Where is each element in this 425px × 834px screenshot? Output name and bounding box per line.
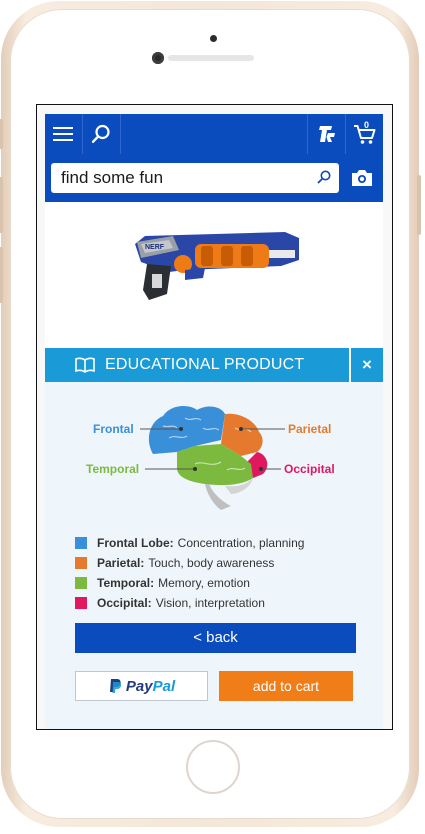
home-button[interactable]: [186, 740, 240, 794]
add-to-cart-button[interactable]: add to cart: [219, 671, 353, 701]
search-input[interactable]: find some fun: [51, 163, 339, 193]
legend-desc: Memory, emotion: [158, 576, 250, 590]
book-icon: [75, 357, 95, 373]
volume-up-button: [0, 177, 3, 233]
paypal-label-b: Pal: [152, 677, 176, 695]
frontal-label: Frontal: [93, 422, 134, 436]
volume-down-button: [0, 247, 3, 303]
legend-name: Temporal:: [97, 576, 155, 590]
paypal-button[interactable]: PayPal: [75, 671, 208, 701]
temporal-swatch: [75, 577, 87, 589]
legend-desc: Concentration, planning: [177, 536, 305, 550]
menu-icon: [53, 127, 73, 141]
search-submit-icon[interactable]: [317, 170, 331, 184]
parietal-swatch: [75, 557, 87, 569]
search-bar: find some fun: [45, 154, 383, 202]
paypal-label-a: Pay: [125, 677, 153, 695]
paypal-icon: [109, 679, 122, 693]
toysrus-logo-icon: [318, 126, 335, 142]
occipital-label: Occipital: [284, 462, 335, 476]
home-logo-button[interactable]: [308, 114, 345, 154]
legend-name: Parietal:: [97, 556, 145, 570]
nav-search-button[interactable]: [83, 114, 119, 154]
cart-button[interactable]: 0: [346, 114, 383, 154]
legend-name: Frontal Lobe:: [97, 536, 174, 550]
phone-screen: 0 find some fun NERF EDUCATIONAL PRODUCT…: [36, 104, 393, 730]
modal-title: EDUCATIONAL PRODUCT: [105, 356, 305, 373]
proximity-sensor: [210, 35, 217, 42]
temporal-label: Temporal: [86, 462, 140, 476]
svg-text:NERF: NERF: [145, 244, 165, 251]
search-icon: [91, 124, 110, 143]
nav-divider: [120, 114, 121, 154]
legend-name: Occipital:: [97, 596, 152, 610]
frontal-swatch: [75, 537, 87, 549]
power-button: [417, 175, 421, 235]
legend-desc: Vision, interpretation: [155, 596, 265, 610]
parietal-label: Parietal: [288, 422, 332, 436]
back-button[interactable]: < back: [75, 623, 356, 653]
cart-count: 0: [364, 120, 370, 130]
toy-blaster-image: NERF: [135, 232, 299, 300]
front-camera: [152, 52, 164, 64]
top-nav-bar: 0: [45, 114, 383, 154]
brain-illustration: [140, 406, 285, 510]
menu-button[interactable]: [45, 114, 81, 154]
legend-desc: Touch, body awareness: [148, 556, 275, 570]
legend-item-temporal: Temporal: Memory, emotion: [75, 575, 250, 591]
mute-switch: [0, 119, 3, 149]
camera-search-button[interactable]: [345, 163, 379, 193]
earpiece-speaker: [168, 55, 254, 61]
modal-close-button[interactable]: ×: [349, 348, 383, 382]
legend-item-frontal: Frontal Lobe: Concentration, planning: [75, 535, 304, 551]
search-placeholder: find some fun: [61, 168, 164, 187]
legend-item-parietal: Parietal: Touch, body awareness: [75, 555, 274, 571]
legend-item-occipital: Occipital: Vision, interpretation: [75, 595, 265, 611]
occipital-swatch: [75, 597, 87, 609]
paypal-label: PayPal: [126, 678, 175, 695]
web-page: 0 find some fun NERF EDUCATIONAL PRODUCT…: [45, 114, 383, 729]
product-image: NERF: [45, 202, 383, 346]
camera-icon: [352, 170, 372, 186]
modal-header: EDUCATIONAL PRODUCT ×: [45, 348, 383, 382]
close-icon: ×: [362, 355, 372, 374]
brain-diagram: Frontal Parietal Temporal Occipital: [45, 382, 383, 517]
